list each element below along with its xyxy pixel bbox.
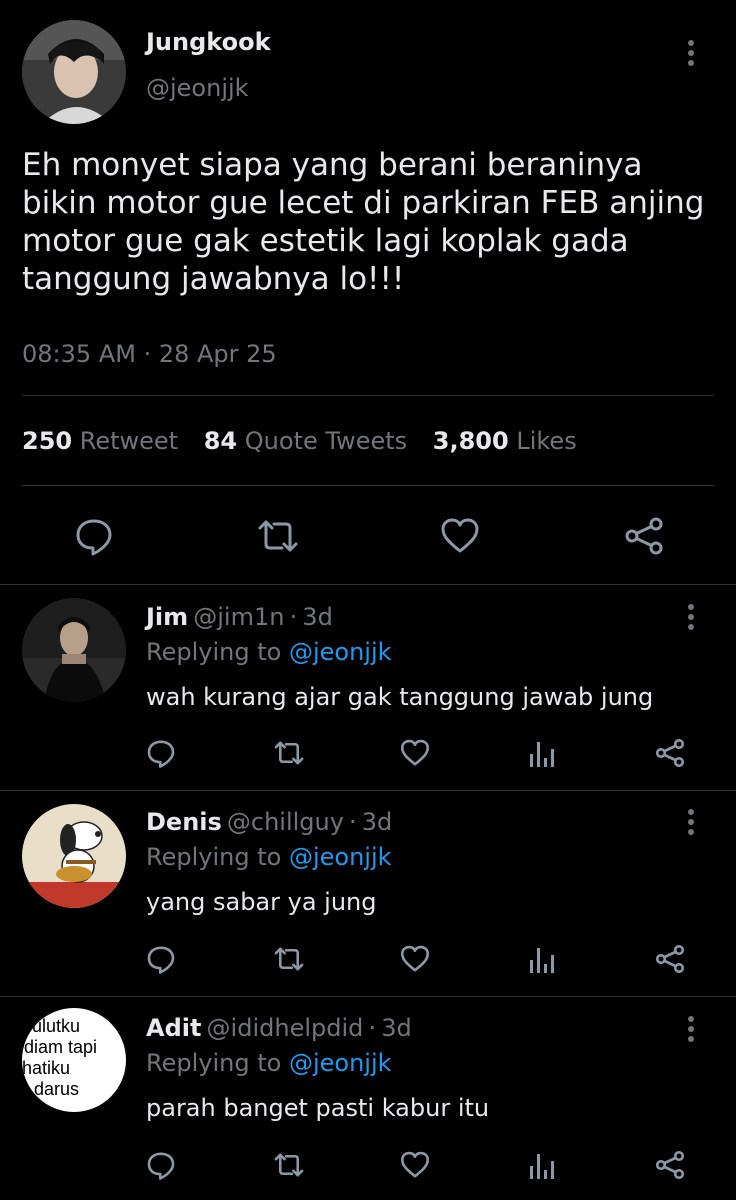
- reply-author-handle[interactable]: @chillguy: [227, 808, 344, 836]
- reply-age: 3d: [381, 1014, 412, 1042]
- reply-avatar-photo: [22, 598, 126, 702]
- more-options-icon[interactable]: [681, 1014, 701, 1044]
- replying-to: Replying to @jeonjjk: [146, 843, 392, 871]
- reply-icon[interactable]: [146, 944, 176, 974]
- tweet-time: 08:35 AM: [22, 340, 136, 368]
- divider: [22, 485, 714, 486]
- reply-avatar[interactable]: [22, 598, 126, 702]
- author-avatar-photo: [22, 20, 126, 124]
- reply-icon[interactable]: [146, 1150, 176, 1180]
- share-icon[interactable]: [655, 944, 685, 974]
- tweet-text: Eh monyet siapa yang berani beraninya bi…: [22, 146, 722, 298]
- tweet-text-line: motor gue gak estetik lagi koplak gada: [22, 223, 629, 259]
- reply-avatar[interactable]: ulutku diam tapi hatiku darus: [22, 1008, 126, 1112]
- replying-to-label: Replying to: [146, 843, 282, 871]
- replying-to: Replying to @jeonjjk: [146, 1049, 392, 1077]
- reply-separator: ·: [368, 1014, 377, 1042]
- reply-age: 3d: [361, 808, 393, 836]
- reply-header: Jim @jim1n · 3d: [146, 603, 333, 631]
- reply-action-bar: [0, 942, 736, 978]
- like-icon[interactable]: [400, 944, 430, 974]
- reply-action-bar: [0, 1148, 736, 1184]
- like-icon[interactable]: [440, 516, 480, 556]
- author-handle[interactable]: @jeonjjk: [146, 74, 249, 102]
- quote-label: Quote Tweets: [244, 427, 408, 455]
- share-icon[interactable]: [655, 738, 685, 768]
- reply-header: Adit @ididhelpdid · 3d: [146, 1014, 412, 1042]
- analytics-icon[interactable]: [529, 740, 555, 768]
- tweet-text-line: bikin motor gue lecet di parkiran FEB an…: [22, 185, 705, 221]
- avatar-text-line: darus: [34, 1079, 80, 1099]
- reply-separator: ·: [289, 603, 298, 631]
- likes-count: 3,800: [432, 427, 509, 455]
- share-icon[interactable]: [624, 516, 664, 556]
- reply-icon[interactable]: [74, 516, 114, 556]
- retweet-icon[interactable]: [256, 516, 300, 556]
- reply-text: yang sabar ya jung: [146, 888, 377, 916]
- retweet-count: 250: [22, 427, 73, 455]
- replying-to-label: Replying to: [146, 1049, 282, 1077]
- author-name[interactable]: Jungkook: [146, 28, 271, 56]
- tweet-date: 28 Apr 25: [158, 340, 277, 368]
- timestamp-separator: ·: [143, 340, 152, 368]
- reply-avatar[interactable]: [22, 804, 126, 908]
- retweet-icon[interactable]: [273, 944, 305, 974]
- replying-to-label: Replying to: [146, 638, 282, 666]
- retweet-label: Retweet: [79, 427, 179, 455]
- like-icon[interactable]: [400, 1150, 430, 1180]
- reply-text: parah banget pasti kabur itu: [146, 1094, 490, 1122]
- retweet-icon[interactable]: [273, 1150, 305, 1180]
- share-icon[interactable]: [655, 1150, 685, 1180]
- reply-avatar-photo: [22, 804, 126, 908]
- tweet-timestamp[interactable]: 08:35 AM · 28 Apr 25: [22, 340, 277, 368]
- like-icon[interactable]: [400, 738, 430, 768]
- reply-text: wah kurang ajar gak tanggung jawab jung: [146, 683, 654, 711]
- author-avatar[interactable]: [22, 20, 126, 124]
- reply-author-name[interactable]: Denis: [146, 808, 222, 836]
- replying-to-handle[interactable]: @jeonjjk: [289, 638, 392, 666]
- likes-label: Likes: [516, 427, 577, 455]
- reply-age: 3d: [302, 603, 333, 631]
- more-options-icon[interactable]: [681, 807, 701, 837]
- tweet-text-line: tanggung jawabnya lo!!!: [22, 261, 405, 297]
- reply-separator: ·: [349, 808, 357, 836]
- more-options-icon[interactable]: [681, 602, 701, 632]
- avatar-text-line: hatiku: [22, 1058, 71, 1078]
- quote-stat[interactable]: 84 Quote Tweets: [204, 427, 415, 455]
- reply-author-handle[interactable]: @ididhelpdid: [207, 1014, 364, 1042]
- replying-to-handle[interactable]: @jeonjjk: [289, 843, 392, 871]
- divider: [0, 996, 736, 997]
- analytics-icon[interactable]: [529, 946, 555, 974]
- avatar-text-line: diam tapi: [24, 1037, 98, 1057]
- likes-stat[interactable]: 3,800 Likes: [433, 427, 577, 455]
- avatar-text: ulutku diam tapi hatiku darus: [22, 1016, 126, 1100]
- analytics-icon[interactable]: [529, 1152, 555, 1180]
- avatar-text-line: ulutku: [32, 1016, 81, 1036]
- quote-count: 84: [203, 427, 238, 455]
- reply-author-name[interactable]: Jim: [146, 603, 188, 631]
- divider: [22, 395, 714, 396]
- retweet-icon[interactable]: [273, 738, 305, 768]
- divider: [0, 584, 736, 585]
- reply-action-bar: [0, 736, 736, 772]
- tweet-stats: 250 Retweet 84 Quote Tweets 3,800 Likes: [22, 427, 577, 455]
- retweet-stat[interactable]: 250 Retweet: [22, 427, 186, 455]
- tweet-text-line: Eh monyet siapa yang berani beraninya: [22, 147, 643, 183]
- replying-to-handle[interactable]: @jeonjjk: [289, 1049, 392, 1077]
- divider: [0, 790, 736, 791]
- reply-header: Denis @chillguy · 3d: [146, 808, 392, 836]
- more-options-icon[interactable]: [681, 38, 701, 68]
- reply-author-name[interactable]: Adit: [146, 1014, 201, 1042]
- reply-author-handle[interactable]: @jim1n: [193, 603, 284, 631]
- replying-to: Replying to @jeonjjk: [146, 638, 392, 666]
- reply-icon[interactable]: [146, 738, 176, 768]
